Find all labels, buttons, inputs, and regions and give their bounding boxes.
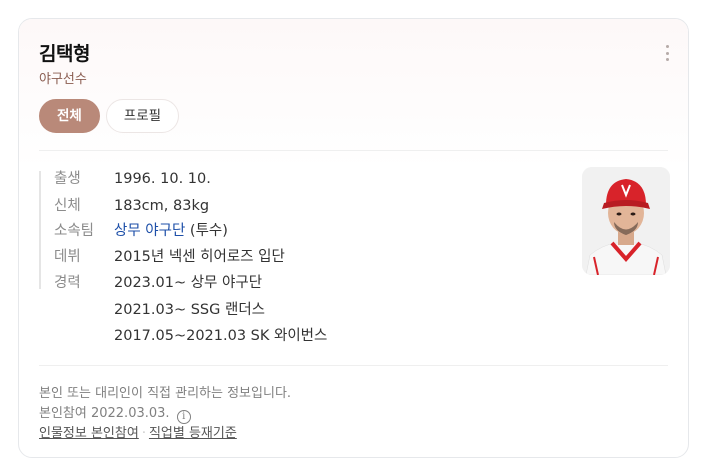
- listing-criteria-link[interactable]: 직업별 등재기준: [149, 426, 237, 441]
- person-occupation: 야구선수: [39, 72, 87, 87]
- info-label: 신체: [54, 198, 81, 214]
- team-link[interactable]: 상무 야구단: [114, 223, 185, 239]
- card-header-background: [19, 19, 688, 169]
- tab-bar: 전체 프로필: [39, 99, 180, 133]
- participation-date: 본인참여 2022.03.03.: [39, 406, 170, 421]
- managed-info-notice: 본인 또는 대리인이 직접 관리하는 정보입니다.: [39, 386, 292, 401]
- info-label: 소속팀: [54, 223, 95, 239]
- info-value: 183cm, 83kg: [114, 198, 210, 214]
- footer-links: 인물정보 본인참여 · 직업별 등재기준: [39, 422, 237, 441]
- person-name: 김택형: [39, 43, 90, 65]
- player-portrait-icon: [582, 167, 670, 275]
- participation-date-row: 본인참여 2022.03.03. i: [39, 402, 191, 424]
- more-options-icon[interactable]: [664, 45, 670, 61]
- profile-card: 김택형 야구선수 전체 프로필 출생 1996. 10. 10. 신체 183c…: [18, 18, 689, 458]
- info-value: 2023.01~ 상무 야구단: [114, 275, 263, 291]
- tab-profile[interactable]: 프로필: [105, 99, 180, 133]
- profile-photo[interactable]: [582, 167, 670, 275]
- link-separator: ·: [141, 426, 146, 441]
- info-value: 1996. 10. 10.: [114, 171, 211, 187]
- info-label: 출생: [54, 171, 81, 187]
- divider: [39, 365, 668, 366]
- tab-all[interactable]: 전체: [39, 99, 100, 133]
- self-participation-link[interactable]: 인물정보 본인참여: [39, 426, 139, 441]
- info-label: 경력: [54, 275, 81, 291]
- info-left-bar: [39, 171, 41, 289]
- info-value: 상무 야구단 (투수): [114, 221, 228, 241]
- divider: [39, 150, 668, 151]
- info-label: 데뷔: [54, 249, 81, 265]
- info-value: 2017.05~2021.03 SK 와이번스: [114, 328, 328, 344]
- info-value: 2015년 넥센 히어로즈 입단: [114, 249, 285, 265]
- info-value: 2021.03~ SSG 랜더스: [114, 302, 265, 318]
- team-position: (투수): [185, 223, 228, 239]
